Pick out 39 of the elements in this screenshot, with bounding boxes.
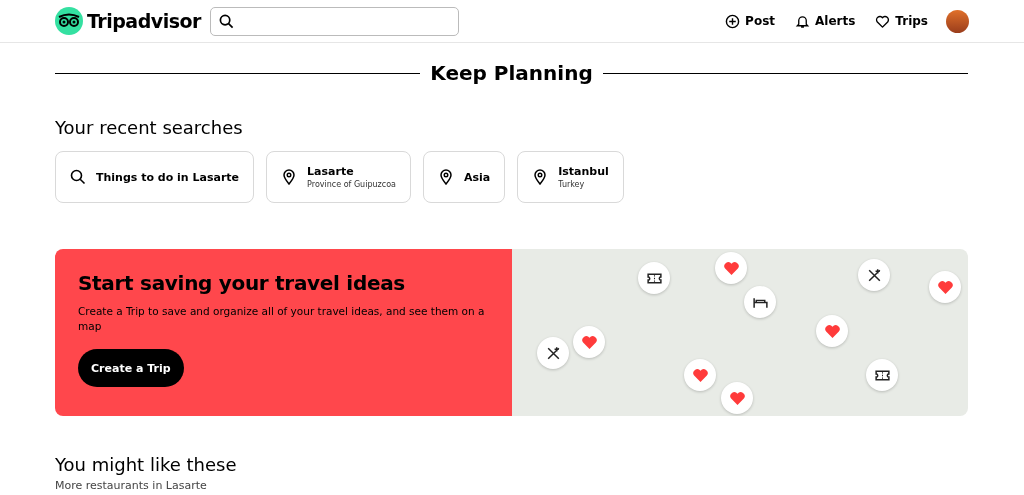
heart-icon xyxy=(875,13,891,29)
recent-search-card[interactable]: Lasarte Province of Guipuzcoa xyxy=(266,151,411,203)
search-subtitle: Turkey xyxy=(558,180,586,189)
heart-icon xyxy=(722,259,740,277)
heart-icon xyxy=(823,322,841,340)
create-trip-button[interactable]: Create a Trip xyxy=(78,349,184,388)
search-title: Asia xyxy=(463,170,491,184)
owl-icon xyxy=(55,7,83,35)
bell-icon xyxy=(795,13,810,29)
location-pin-icon xyxy=(281,169,298,185)
post-link[interactable]: Post xyxy=(725,13,775,29)
location-pin-icon xyxy=(437,169,454,185)
alerts-link[interactable]: Alerts xyxy=(795,13,856,29)
avatar[interactable] xyxy=(946,9,969,33)
heart-icon xyxy=(580,333,598,351)
section-subtitle: More restaurants in Lasarte xyxy=(55,479,208,492)
search-icon xyxy=(70,169,86,185)
recent-search-card[interactable]: Istanbul Turkey xyxy=(517,151,624,203)
trips-link[interactable]: Trips xyxy=(875,13,928,29)
logo[interactable]: Tripadvisor xyxy=(55,7,210,35)
search-field[interactable] xyxy=(210,6,459,36)
promo-text: Create a Trip to save and organize all of your travel ideas, and see them on a map xyxy=(78,304,486,334)
section-heading: Keep Planning xyxy=(430,61,593,85)
search-title: Istanbul xyxy=(558,165,609,178)
search-title: Lasarte xyxy=(307,165,355,178)
heart-icon xyxy=(936,278,954,296)
search-icon xyxy=(219,13,234,29)
logo-text: Tripadvisor xyxy=(87,10,201,32)
section-heading: Your recent searches xyxy=(55,117,244,138)
search-title: Things to do in Lasarte xyxy=(96,170,240,184)
promo-title: Start saving your travel ideas xyxy=(78,271,406,295)
plus-circle-icon xyxy=(725,13,741,29)
section-heading: You might like these xyxy=(55,454,238,475)
search-subtitle: Province of Guipuzcoa xyxy=(307,180,396,189)
heart-icon xyxy=(728,389,746,407)
recent-search-card[interactable]: Asia xyxy=(422,151,506,203)
location-pin-icon xyxy=(532,169,549,185)
heart-icon xyxy=(691,366,709,384)
recent-search-card[interactable]: Things to do in Lasarte xyxy=(55,151,255,203)
